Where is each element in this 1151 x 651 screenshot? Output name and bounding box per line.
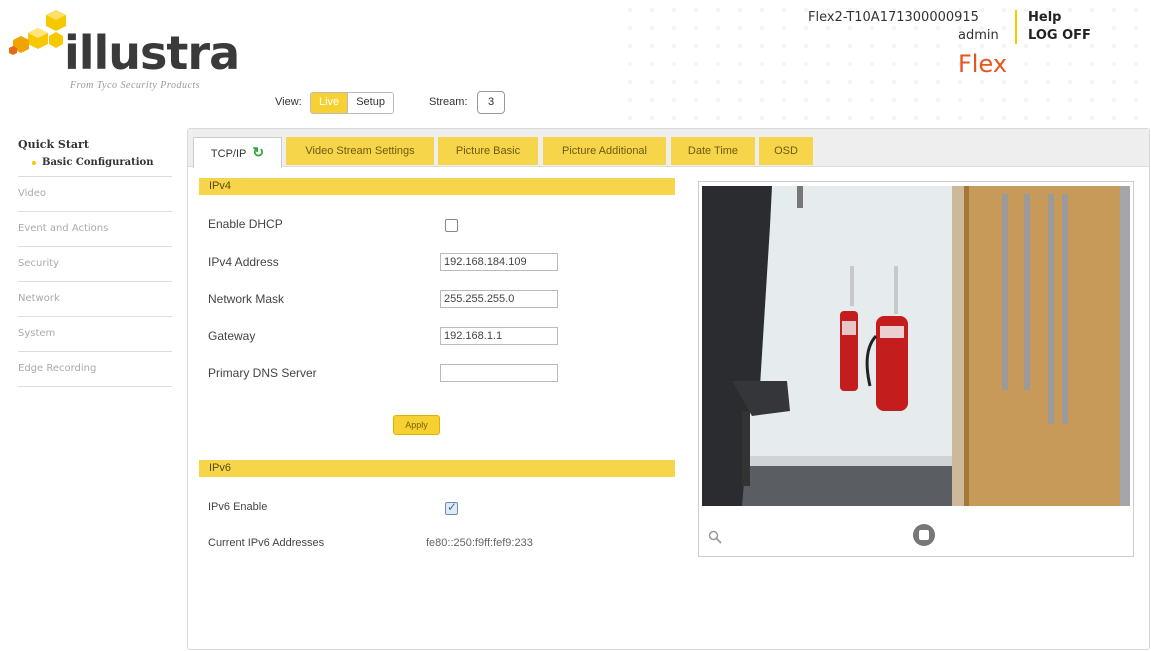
- primary-dns-label: Primary DNS Server: [208, 366, 317, 380]
- header-divider: [1015, 10, 1017, 44]
- stream-label: Stream:: [429, 96, 468, 108]
- tab-video-stream-settings[interactable]: Video Stream Settings: [286, 137, 434, 165]
- sidebar-item-video[interactable]: Video: [18, 177, 172, 212]
- enable-dhcp-checkbox[interactable]: [445, 219, 458, 232]
- tab-picture-additional[interactable]: Picture Additional: [543, 137, 666, 165]
- tab-tcp-ip[interactable]: TCP/IP ↻: [193, 137, 282, 168]
- logo-wordmark: illustra: [64, 26, 240, 80]
- logo-subtitle: From Tyco Security Products: [70, 80, 201, 91]
- sidebar-item-edge-recording[interactable]: Edge Recording: [18, 352, 172, 387]
- help-link[interactable]: Help: [1028, 10, 1061, 25]
- illustra-logo: illustra From Tyco Security Products: [8, 8, 258, 98]
- tab-date-time[interactable]: Date Time: [671, 137, 755, 165]
- ipv4-address-input[interactable]: [440, 253, 558, 271]
- sidebar-item-quick-start[interactable]: Quick Start: [18, 138, 172, 151]
- ipv4-section-header: IPv4: [199, 178, 675, 195]
- ipv6-enable-checkbox[interactable]: [445, 500, 458, 515]
- refresh-icon[interactable]: ↻: [252, 138, 264, 166]
- camera-image: [702, 186, 1130, 506]
- sidebar-item-security[interactable]: Security: [18, 247, 172, 282]
- tab-label: TCP/IP: [210, 148, 247, 160]
- enable-dhcp-label: Enable DHCP: [208, 217, 283, 231]
- network-mask-input[interactable]: [440, 290, 558, 308]
- settings-panel: TCP/IP ↻ Video Stream Settings Picture Ba…: [187, 128, 1150, 650]
- view-label: View:: [275, 96, 302, 108]
- logoff-link[interactable]: LOG OFF: [1028, 28, 1091, 43]
- stop-icon[interactable]: [913, 524, 935, 546]
- bullet-icon: [32, 160, 36, 165]
- view-toggle: Live Setup: [310, 92, 394, 114]
- video-frame[interactable]: [702, 186, 1130, 506]
- model-name: Flex: [958, 50, 1008, 78]
- gateway-input[interactable]: [440, 327, 558, 345]
- live-video-preview: [698, 181, 1134, 557]
- tab-picture-basic[interactable]: Picture Basic: [438, 137, 538, 165]
- view-live-button[interactable]: Live: [311, 93, 348, 113]
- sidebar-item-network[interactable]: Network: [18, 282, 172, 317]
- sidebar-subitem-label: Basic Configuration: [42, 157, 154, 168]
- stream-select[interactable]: 3: [477, 91, 505, 114]
- gateway-label: Gateway: [208, 329, 256, 343]
- network-mask-label: Network Mask: [208, 292, 285, 306]
- tab-bar: TCP/IP ↻ Video Stream Settings Picture Ba…: [188, 129, 1149, 168]
- apply-button[interactable]: Apply: [393, 415, 440, 435]
- ipv4-address-label: IPv4 Address: [208, 255, 279, 269]
- current-ipv6-value: fe80::250:f9ff:fef9:233: [426, 537, 533, 549]
- zoom-icon[interactable]: [708, 530, 722, 547]
- ipv6-section-header: IPv6: [199, 460, 675, 477]
- view-setup-button[interactable]: Setup: [347, 93, 393, 113]
- tab-osd[interactable]: OSD: [759, 137, 813, 165]
- current-ipv6-label: Current IPv6 Addresses: [208, 537, 325, 549]
- current-user: admin: [958, 28, 999, 43]
- sidebar: Quick Start Basic Configuration Video Ev…: [18, 138, 172, 387]
- primary-dns-input[interactable]: [440, 364, 558, 382]
- ipv6-enable-label: IPv6 Enable: [208, 501, 268, 513]
- sidebar-subitem-basic-configuration[interactable]: Basic Configuration: [32, 157, 172, 168]
- sidebar-item-system[interactable]: System: [18, 317, 172, 352]
- device-name: Flex2-T10A171300000915: [808, 10, 979, 25]
- sidebar-item-event-and-actions[interactable]: Event and Actions: [18, 212, 172, 247]
